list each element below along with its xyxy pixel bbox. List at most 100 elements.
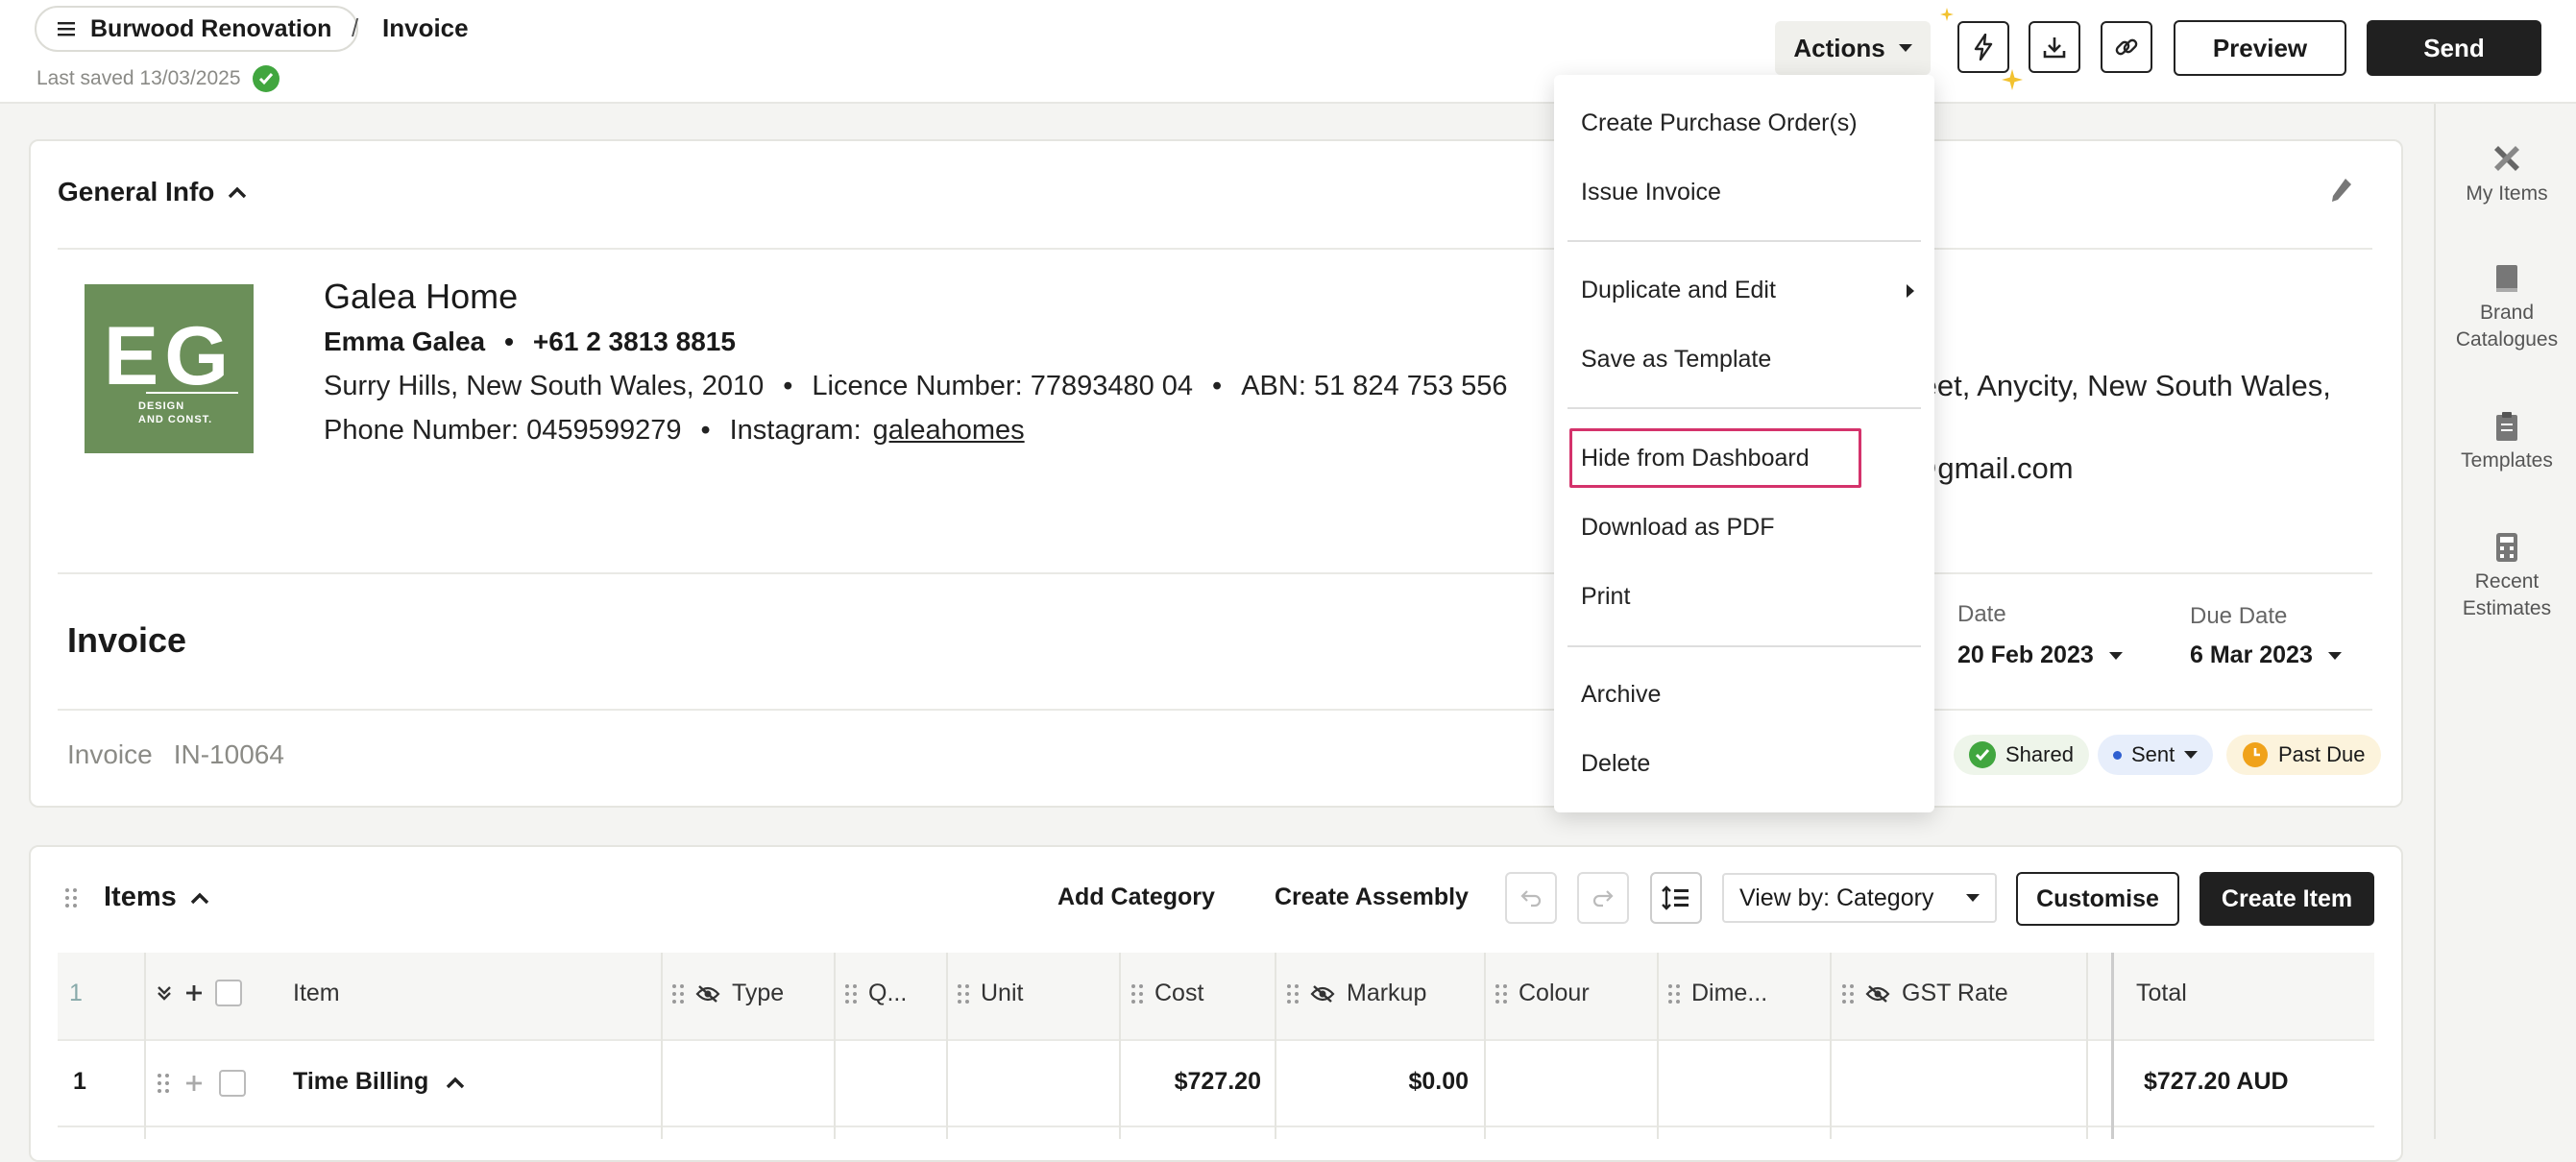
drag-handle-icon[interactable] xyxy=(1131,983,1143,1004)
expand-all-icon[interactable] xyxy=(156,984,173,1002)
redo-button[interactable] xyxy=(1577,872,1629,924)
sidebar-item-brand-catalogues[interactable]: Brand Catalogues xyxy=(2436,263,2576,354)
date-picker[interactable]: 20 Feb 2023 xyxy=(1957,642,2123,669)
drag-handle-icon[interactable] xyxy=(845,983,857,1004)
logo-subtitle: DESIGN AND CONST. xyxy=(138,400,213,426)
column-header-item[interactable]: Item xyxy=(293,980,340,1007)
chevron-down-icon xyxy=(1898,44,1912,52)
drag-handle-icon[interactable] xyxy=(1842,983,1854,1004)
column-header-cost[interactable]: Cost xyxy=(1131,980,1203,1007)
sidebar-item-my-items[interactable]: My Items xyxy=(2436,142,2576,207)
divider xyxy=(58,572,2372,574)
add-icon[interactable] xyxy=(184,1074,204,1093)
column-header-total[interactable]: Total xyxy=(2136,980,2187,1007)
company-contact-line: Emma Galea • +61 2 3813 8815 xyxy=(324,327,736,357)
drag-handle-icon[interactable] xyxy=(158,1074,169,1093)
menu-item-duplicate-and-edit[interactable]: Duplicate and Edit xyxy=(1581,277,1915,304)
row-checkbox[interactable] xyxy=(219,1070,246,1097)
row-height-button[interactable] xyxy=(1650,872,1702,924)
divider xyxy=(58,1126,2374,1127)
chevron-down-icon xyxy=(1966,894,1980,902)
automation-button[interactable] xyxy=(1957,21,2009,73)
last-saved-text: Last saved 13/03/2025 xyxy=(36,67,241,89)
drag-handle-icon[interactable] xyxy=(1668,983,1680,1004)
menu-divider xyxy=(1567,240,1921,242)
menu-item-download-as-pdf[interactable]: Download as PDF xyxy=(1581,514,1774,542)
drag-handle-icon[interactable] xyxy=(1287,983,1299,1004)
check-circle-icon xyxy=(252,65,279,92)
sidebar-item-templates[interactable]: Templates xyxy=(2436,411,2576,474)
menu-item-print[interactable]: Print xyxy=(1581,583,1630,611)
date-label: Date xyxy=(1957,601,2006,627)
view-by-select[interactable]: View by: Category xyxy=(1722,873,1997,923)
project-menu-button[interactable]: Burwood Renovation xyxy=(35,6,359,52)
column-header-type[interactable]: Type xyxy=(672,980,784,1007)
contact-name: Emma Galea xyxy=(324,327,486,356)
menu-item-hide-from-dashboard[interactable]: Hide from Dashboard xyxy=(1581,445,1810,472)
add-category-button[interactable]: Add Category xyxy=(1057,884,1215,911)
menu-item-delete[interactable]: Delete xyxy=(1581,750,1650,778)
customise-button[interactable]: Customise xyxy=(2016,872,2179,926)
column-divider xyxy=(661,953,663,1139)
menu-item-save-as-template[interactable]: Save as Template xyxy=(1581,346,1771,374)
shared-badge[interactable]: Shared xyxy=(1954,735,2089,775)
row-markup: $0.00 xyxy=(1408,1068,1469,1095)
link-icon xyxy=(2114,35,2139,60)
instagram-link[interactable]: galeahomes xyxy=(873,415,1025,447)
column-divider xyxy=(144,953,146,1139)
column-label: Dime... xyxy=(1691,980,1768,1006)
sidebar-item-recent-estimates[interactable]: Recent Estimates xyxy=(2436,532,2576,623)
column-header-quantity[interactable]: Q... xyxy=(845,980,907,1007)
table-header xyxy=(58,953,2374,1039)
column-header-dimensions[interactable]: Dime... xyxy=(1668,980,1767,1007)
actions-button[interactable]: Actions xyxy=(1775,21,1931,75)
eye-off-icon xyxy=(1310,984,1335,1004)
preview-button[interactable]: Preview xyxy=(2174,20,2346,76)
redo-icon xyxy=(1592,888,1615,908)
items-section-header[interactable]: Items xyxy=(65,882,209,913)
contact-phone: +61 2 3813 8815 xyxy=(532,327,736,356)
menu-item-issue-invoice[interactable]: Issue Invoice xyxy=(1581,179,1721,206)
menu-divider xyxy=(1567,645,1921,647)
column-divider xyxy=(1484,953,1486,1139)
create-assembly-button[interactable]: Create Assembly xyxy=(1275,884,1469,911)
sidebar-item-label: Recent Estimates xyxy=(2462,570,2552,620)
undo-button[interactable] xyxy=(1505,872,1557,924)
client-address-partial: Street, Anycity, New South Wales, xyxy=(1883,369,2331,402)
download-button[interactable] xyxy=(2029,21,2080,73)
divider xyxy=(58,1039,2374,1041)
general-info-toggle[interactable]: General Info xyxy=(58,177,247,207)
edit-icon[interactable] xyxy=(2328,177,2353,206)
sent-status-badge[interactable]: Sent xyxy=(2098,735,2214,775)
column-label: Colour xyxy=(1519,980,1590,1006)
check-circle-icon xyxy=(1969,741,1996,768)
column-header-colour[interactable]: Colour xyxy=(1495,980,1590,1007)
menu-item-create-purchase-orders[interactable]: Create Purchase Order(s) xyxy=(1581,109,1858,137)
drag-handle-icon[interactable] xyxy=(65,887,77,908)
column-divider xyxy=(1119,953,1121,1139)
column-header-gst-rate[interactable]: GST Rate xyxy=(1842,980,2008,1007)
bullet: • xyxy=(504,327,514,356)
due-date-picker[interactable]: 6 Mar 2023 xyxy=(2190,642,2342,669)
chevron-right-icon xyxy=(1906,283,1915,299)
send-button[interactable]: Send xyxy=(2367,20,2541,76)
select-all-checkbox[interactable] xyxy=(215,980,242,1006)
create-item-button[interactable]: Create Item xyxy=(2199,872,2374,926)
row-index: 1 xyxy=(73,1068,86,1095)
drag-handle-icon[interactable] xyxy=(672,983,684,1004)
chevron-down-icon xyxy=(2108,651,2123,660)
column-divider xyxy=(1275,953,1276,1139)
clipboard-icon xyxy=(2493,411,2520,442)
column-header-unit[interactable]: Unit xyxy=(958,980,1023,1007)
company-name: Galea Home xyxy=(324,277,519,316)
menu-item-archive[interactable]: Archive xyxy=(1581,681,1661,709)
drag-handle-icon[interactable] xyxy=(958,983,969,1004)
category-row-toggle[interactable]: Time Billing xyxy=(293,1068,465,1096)
instagram-label: Instagram: xyxy=(729,415,862,446)
eye-off-icon xyxy=(1865,984,1890,1004)
line-spacing-icon xyxy=(1662,885,1690,910)
drag-handle-icon[interactable] xyxy=(1495,983,1507,1004)
add-icon[interactable] xyxy=(184,983,204,1003)
column-header-markup[interactable]: Markup xyxy=(1287,980,1426,1007)
copy-link-button[interactable] xyxy=(2101,21,2152,73)
